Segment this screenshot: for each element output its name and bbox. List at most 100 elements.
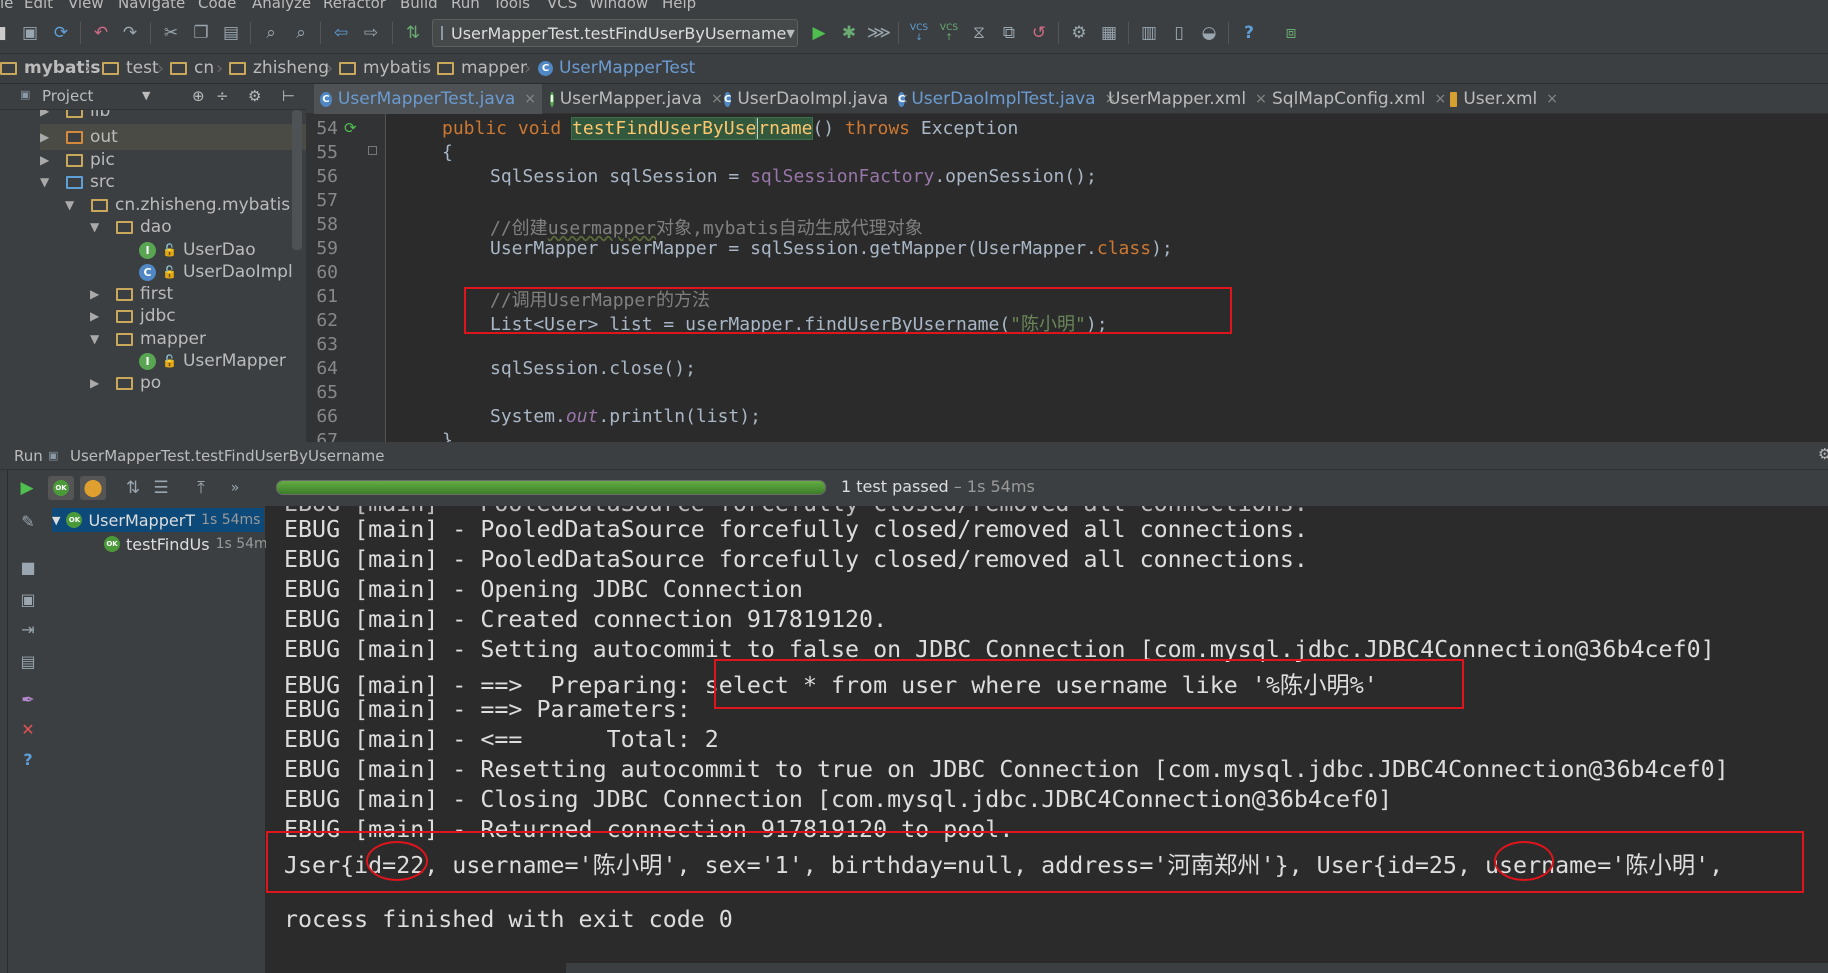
sdk-icon[interactable]: ▥ xyxy=(1136,20,1162,46)
scroll-from-source-icon[interactable]: ⊕ xyxy=(192,87,205,105)
sort-alpha-icon[interactable]: ⇅ xyxy=(120,476,146,500)
breadcrumb-item-zhisheng[interactable]: zhisheng xyxy=(229,58,329,78)
cut-icon[interactable]: ✂ xyxy=(158,20,184,46)
help-icon[interactable]: ? xyxy=(17,748,39,770)
menu-build[interactable]: Build xyxy=(400,0,438,12)
menu-vcs[interactable]: VCS xyxy=(547,0,577,12)
show-ignored-icon[interactable]: ⬤ xyxy=(80,476,106,500)
run-panel-title[interactable]: Run xyxy=(14,447,43,465)
vcs-update-icon[interactable]: VCS ↓ xyxy=(906,20,932,46)
forward-icon[interactable]: ⇨ xyxy=(358,20,384,46)
breadcrumb-item-test[interactable]: test xyxy=(102,58,159,78)
close-icon[interactable]: × xyxy=(524,91,536,107)
collapse-all-icon[interactable]: ÷ xyxy=(216,87,229,105)
expand-all-icon[interactable]: ⤒ xyxy=(188,476,214,500)
help-icon[interactable]: ? xyxy=(1236,20,1262,46)
chevron-down-icon[interactable]: ▼ xyxy=(90,332,104,346)
stop-icon[interactable]: ■ xyxy=(17,556,39,578)
revert-icon[interactable]: ↺ xyxy=(1026,20,1052,46)
compare-icon[interactable]: ⧉ xyxy=(996,20,1022,46)
find-icon[interactable]: ⌕ xyxy=(258,20,284,46)
build-icon[interactable]: ⇅ xyxy=(400,20,426,46)
close-icon[interactable]: × xyxy=(1546,91,1558,107)
project-panel-title[interactable]: Project xyxy=(42,87,93,105)
undo-icon[interactable]: ↶ xyxy=(88,20,114,46)
coverage-icon[interactable]: ⋙ xyxy=(866,20,892,46)
chevron-down-icon[interactable]: ▼ xyxy=(65,198,79,212)
tab-userdaoimpl-java[interactable]: CUserDaoImpl.java× xyxy=(718,84,909,114)
chevron-right-icon[interactable]: ▶ xyxy=(40,153,54,167)
pin-tab-icon[interactable]: ✒ xyxy=(17,688,39,710)
chevron-right-icon[interactable]: ▶ xyxy=(40,130,54,144)
chevron-down-icon[interactable]: ▼ xyxy=(40,175,54,189)
layout-icon[interactable]: ▤ xyxy=(17,650,39,672)
test-suite-node[interactable]: ▼ OK UserMapperT 1s 54ms xyxy=(52,508,264,532)
breadcrumb-item-usermappertest[interactable]: C UserMapperTest xyxy=(538,58,695,78)
chevron-right-icon[interactable]: ▶ xyxy=(90,309,104,323)
sync-icon[interactable]: ⟳ xyxy=(48,20,74,46)
run-test-gutter-icon[interactable]: ⟳ xyxy=(344,119,357,137)
gear-icon[interactable]: ⚙ xyxy=(1818,445,1828,463)
run-panel-config[interactable]: UserMapperTest.testFindUserByUsername xyxy=(70,447,384,465)
tab-usermapper-xml[interactable]: UserMapper.xml × xyxy=(1096,84,1267,114)
menu-refactor[interactable]: Refactor xyxy=(323,0,386,12)
run-icon[interactable]: ▶ xyxy=(806,20,832,46)
pin-icon[interactable]: ✎ xyxy=(17,510,39,532)
chevron-down-icon[interactable]: ▼ xyxy=(90,220,104,234)
tree-item-lib[interactable]: ▶ lib xyxy=(40,110,110,124)
chevron-right-icon[interactable]: ▶ xyxy=(90,287,104,301)
exit-icon[interactable]: ⇥ xyxy=(17,618,39,640)
project-tree-scrollbar[interactable] xyxy=(292,110,302,250)
chevron-down-icon[interactable]: ▼ xyxy=(52,514,60,527)
run-config-select[interactable]: UserMapperTest.testFindUserByUsername ▼ xyxy=(432,19,798,47)
gear-icon[interactable]: ⚙ xyxy=(248,87,261,105)
save-icon[interactable]: ▣ xyxy=(17,20,43,46)
breadcrumb-item-cn[interactable]: cn xyxy=(170,58,214,78)
menu-help[interactable]: Help xyxy=(662,0,696,12)
breadcrumb-item-mapper[interactable]: mapper xyxy=(437,58,527,78)
back-icon[interactable]: ⇦ xyxy=(328,20,354,46)
dump-threads-icon[interactable]: ▣ xyxy=(17,588,39,610)
menu-code[interactable]: Code xyxy=(198,0,236,12)
menu-edit[interactable]: Edit xyxy=(24,0,53,12)
menu-navigate[interactable]: Navigate xyxy=(118,0,185,12)
rerun-icon[interactable]: ▶ xyxy=(14,476,40,500)
menu-tools[interactable]: Tools xyxy=(493,0,530,12)
tree-item-po[interactable]: ▶ po xyxy=(90,370,161,396)
debug-icon[interactable]: ✱ xyxy=(836,20,862,46)
breadcrumb-item-mybatis[interactable]: mybatis xyxy=(339,58,431,78)
project-structure-icon[interactable]: ▦ xyxy=(1096,20,1122,46)
chevron-down-icon[interactable]: ▼ xyxy=(142,89,150,102)
console-output[interactable]: EBUG [main] - PooledDataSource forcefull… xyxy=(266,506,1828,973)
menu-run[interactable]: Run xyxy=(451,0,480,12)
copy-icon[interactable]: ❐ xyxy=(188,20,214,46)
menu-window[interactable]: Window xyxy=(589,0,648,12)
tab-usermapper-java[interactable]: I UserMapper.java × xyxy=(544,84,723,114)
menu-file[interactable]: le xyxy=(0,0,13,12)
hide-panel-icon[interactable]: ⊢ xyxy=(282,87,295,105)
tab-userdaoimpltest-java[interactable]: C UserDaoImplTest.java × xyxy=(892,84,1116,114)
open-icon[interactable]: ▮ xyxy=(0,20,10,46)
settings-icon[interactable]: ⚙ xyxy=(1066,20,1092,46)
more-icon[interactable]: » xyxy=(222,476,248,500)
test-method-node[interactable]: OK testFindUs 1s 54ms xyxy=(104,532,275,556)
chevron-right-icon[interactable]: ▶ xyxy=(40,110,54,118)
code-editor[interactable]: public void testFindUserByUse rname() thr… xyxy=(386,114,1828,442)
menu-analyze[interactable]: Analyze xyxy=(252,0,311,12)
replace-icon[interactable]: ⌕ xyxy=(288,20,314,46)
paste-icon[interactable]: ▤ xyxy=(218,20,244,46)
vcs-commit-icon[interactable]: VCS ↑ xyxy=(936,20,962,46)
chevron-right-icon[interactable]: ▶ xyxy=(90,376,104,390)
avd-icon[interactable]: ▯ xyxy=(1166,20,1192,46)
show-passed-icon[interactable]: OK xyxy=(48,476,74,500)
tab-usermappertest[interactable]: C UserMapperTest.java × xyxy=(314,84,542,114)
android-icon[interactable]: ◒ xyxy=(1196,20,1222,46)
redo-icon[interactable]: ↷ xyxy=(117,20,143,46)
close-icon[interactable]: ✕ xyxy=(17,718,39,740)
tab-sqlmapconfig-xml[interactable]: SqlMapConfig.xml × xyxy=(1260,84,1446,114)
sort-duration-icon[interactable]: ☰ xyxy=(148,476,174,500)
plugin-icon[interactable]: ⧈ xyxy=(1278,20,1304,46)
menu-view[interactable]: View xyxy=(68,0,104,12)
fold-marker-icon[interactable] xyxy=(368,146,377,155)
console-horizontal-scrollbar[interactable] xyxy=(566,963,1828,973)
